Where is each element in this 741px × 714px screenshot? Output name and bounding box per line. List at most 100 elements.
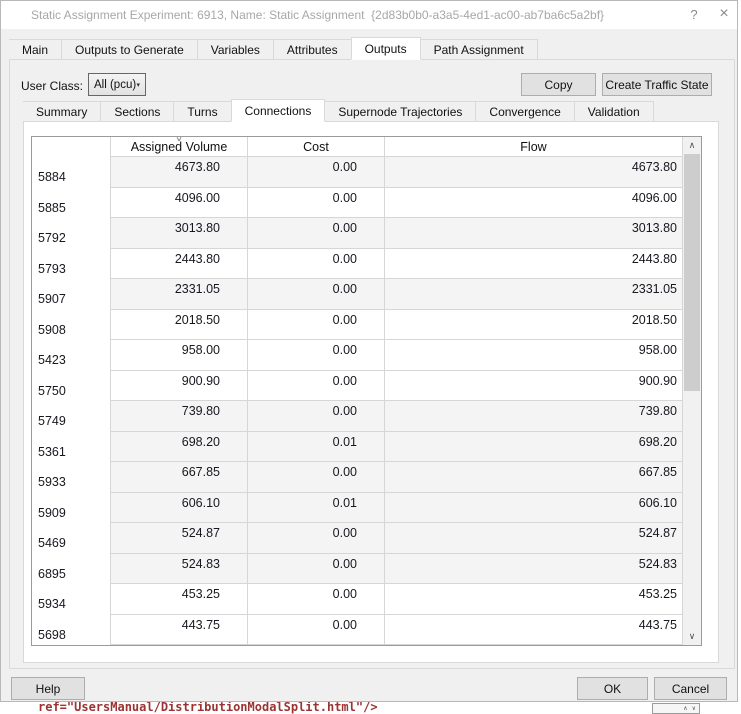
cost-cell[interactable]: 0.00 [247, 218, 384, 249]
cost-cell[interactable]: 0.00 [247, 370, 384, 401]
cost-cell[interactable]: 0.00 [247, 279, 384, 310]
assigned-volume-cell[interactable]: 2331.05 [110, 279, 247, 310]
vertical-scrollbar[interactable]: ∧ ∨ [682, 137, 701, 645]
flow-cell[interactable]: 2018.50 [384, 309, 682, 340]
close-icon[interactable]: × [709, 1, 739, 27]
assigned-volume-cell[interactable]: 2443.80 [110, 248, 247, 279]
flow-cell[interactable]: 606.10 [384, 492, 682, 523]
column-header-flow[interactable]: Flow [384, 137, 682, 157]
row-id[interactable]: 5361 [32, 431, 110, 462]
cost-cell[interactable]: 0.00 [247, 462, 384, 493]
row-id[interactable]: 5933 [32, 462, 110, 493]
assigned-volume-cell[interactable]: 453.25 [110, 584, 247, 615]
main-tab[interactable]: Outputs to Generate [62, 39, 198, 60]
flow-cell[interactable]: 443.75 [384, 614, 682, 645]
user-class-dropdown[interactable]: All (pcu) ▾ [88, 73, 146, 96]
row-id[interactable]: 5885 [32, 187, 110, 218]
assigned-volume-cell[interactable]: 4673.80 [110, 157, 247, 188]
table-row: 5793 2443.80 0.00 2443.80 [32, 248, 682, 279]
row-id[interactable]: 5793 [32, 248, 110, 279]
table-row: 5792 3013.80 0.00 3013.80 [32, 218, 682, 249]
scrollbar-thumb[interactable] [684, 154, 700, 391]
ok-button[interactable]: OK [577, 677, 648, 700]
flow-cell[interactable]: 698.20 [384, 431, 682, 462]
titlebar-help-icon[interactable]: ? [679, 1, 709, 27]
flow-cell[interactable]: 900.90 [384, 370, 682, 401]
sub-tab[interactable]: Sections [101, 101, 175, 122]
row-id[interactable]: 5750 [32, 370, 110, 401]
sub-tab[interactable]: Convergence [476, 101, 575, 122]
main-tab[interactable]: Outputs [350, 37, 421, 60]
sub-tab[interactable]: Connections [230, 99, 326, 122]
flow-cell[interactable]: 524.83 [384, 553, 682, 584]
cost-cell[interactable]: 0.00 [247, 309, 384, 340]
cost-cell[interactable]: 0.00 [247, 187, 384, 218]
sub-tab[interactable]: Summary [23, 101, 102, 122]
assigned-volume-cell[interactable]: 524.87 [110, 523, 247, 554]
row-id[interactable]: 5884 [32, 157, 110, 188]
titlebar[interactable]: Static Assignment Experiment: 6913, Name… [1, 1, 737, 29]
assigned-volume-cell[interactable]: 900.90 [110, 370, 247, 401]
row-id[interactable]: 5909 [32, 492, 110, 523]
column-header-cost[interactable]: Cost [247, 137, 384, 157]
assigned-volume-cell[interactable]: 739.80 [110, 401, 247, 432]
flow-cell[interactable]: 667.85 [384, 462, 682, 493]
cost-cell[interactable]: 0.00 [247, 340, 384, 371]
cost-cell[interactable]: 0.00 [247, 614, 384, 645]
assigned-volume-cell[interactable]: 606.10 [110, 492, 247, 523]
assigned-volume-cell[interactable]: 4096.00 [110, 187, 247, 218]
flow-cell[interactable]: 453.25 [384, 584, 682, 615]
create-traffic-state-button[interactable]: Create Traffic State [602, 73, 712, 96]
scroll-up-icon[interactable]: ∧ [683, 137, 701, 154]
row-id[interactable]: 5792 [32, 218, 110, 249]
flow-cell[interactable]: 2331.05 [384, 279, 682, 310]
cost-cell[interactable]: 0.00 [247, 584, 384, 615]
assigned-volume-cell[interactable]: 2018.50 [110, 309, 247, 340]
scroll-down-icon[interactable]: ∨ [683, 628, 701, 645]
main-tab[interactable]: Attributes [273, 39, 352, 60]
row-id[interactable]: 5908 [32, 309, 110, 340]
row-id[interactable]: 5934 [32, 584, 110, 615]
cost-cell[interactable]: 0.00 [247, 523, 384, 554]
row-id[interactable]: 5423 [32, 340, 110, 371]
help-button[interactable]: Help [11, 677, 85, 700]
sub-tab[interactable]: Validation [574, 101, 654, 122]
cost-cell[interactable]: 0.01 [247, 431, 384, 462]
main-tab[interactable]: Main [9, 39, 63, 60]
cost-cell[interactable]: 0.00 [247, 248, 384, 279]
cancel-button[interactable]: Cancel [654, 677, 727, 700]
flow-cell[interactable]: 739.80 [384, 401, 682, 432]
row-id[interactable]: 5749 [32, 401, 110, 432]
assigned-volume-cell[interactable]: 3013.80 [110, 218, 247, 249]
tab-label: Summary [36, 104, 88, 119]
flow-cell[interactable]: 4673.80 [384, 157, 682, 188]
copy-button[interactable]: Copy [521, 73, 596, 96]
row-id[interactable]: 5469 [32, 523, 110, 554]
main-tab[interactable]: Variables [197, 39, 274, 60]
flow-cell[interactable]: 2443.80 [384, 248, 682, 279]
sub-tab[interactable]: Supernode Trajectories [325, 101, 477, 122]
assigned-volume-cell[interactable]: 698.20 [110, 431, 247, 462]
cost-cell[interactable]: 0.00 [247, 157, 384, 188]
assigned-volume-cell[interactable]: 524.83 [110, 553, 247, 584]
assigned-volume-cell[interactable]: 667.85 [110, 462, 247, 493]
row-id[interactable]: 5907 [32, 279, 110, 310]
flow-cell[interactable]: 3013.80 [384, 218, 682, 249]
background-code-text: ref="UsersManual/DistributionModalSplit.… [38, 702, 378, 714]
assigned-volume-cell[interactable]: 958.00 [110, 340, 247, 371]
assigned-volume-cell[interactable]: 443.75 [110, 614, 247, 645]
flow-cell[interactable]: 958.00 [384, 340, 682, 371]
row-id[interactable]: 6895 [32, 553, 110, 584]
flow-cell[interactable]: 524.87 [384, 523, 682, 554]
cost-cell[interactable]: 0.00 [247, 401, 384, 432]
sub-tab[interactable]: Turns [174, 101, 232, 122]
tab-label: Validation [587, 104, 640, 119]
main-tab[interactable]: Path Assignment [420, 39, 538, 60]
column-header-assigned-volume[interactable]: ∨ Assigned Volume [110, 136, 247, 157]
table-row: 5749 739.80 0.00 739.80 [32, 401, 682, 432]
cost-cell[interactable]: 0.01 [247, 492, 384, 523]
sub-tab-bar: Summary Sections Turns Connections Super… [23, 99, 654, 122]
cost-cell[interactable]: 0.00 [247, 553, 384, 584]
row-id[interactable]: 5698 [32, 614, 110, 645]
flow-cell[interactable]: 4096.00 [384, 187, 682, 218]
